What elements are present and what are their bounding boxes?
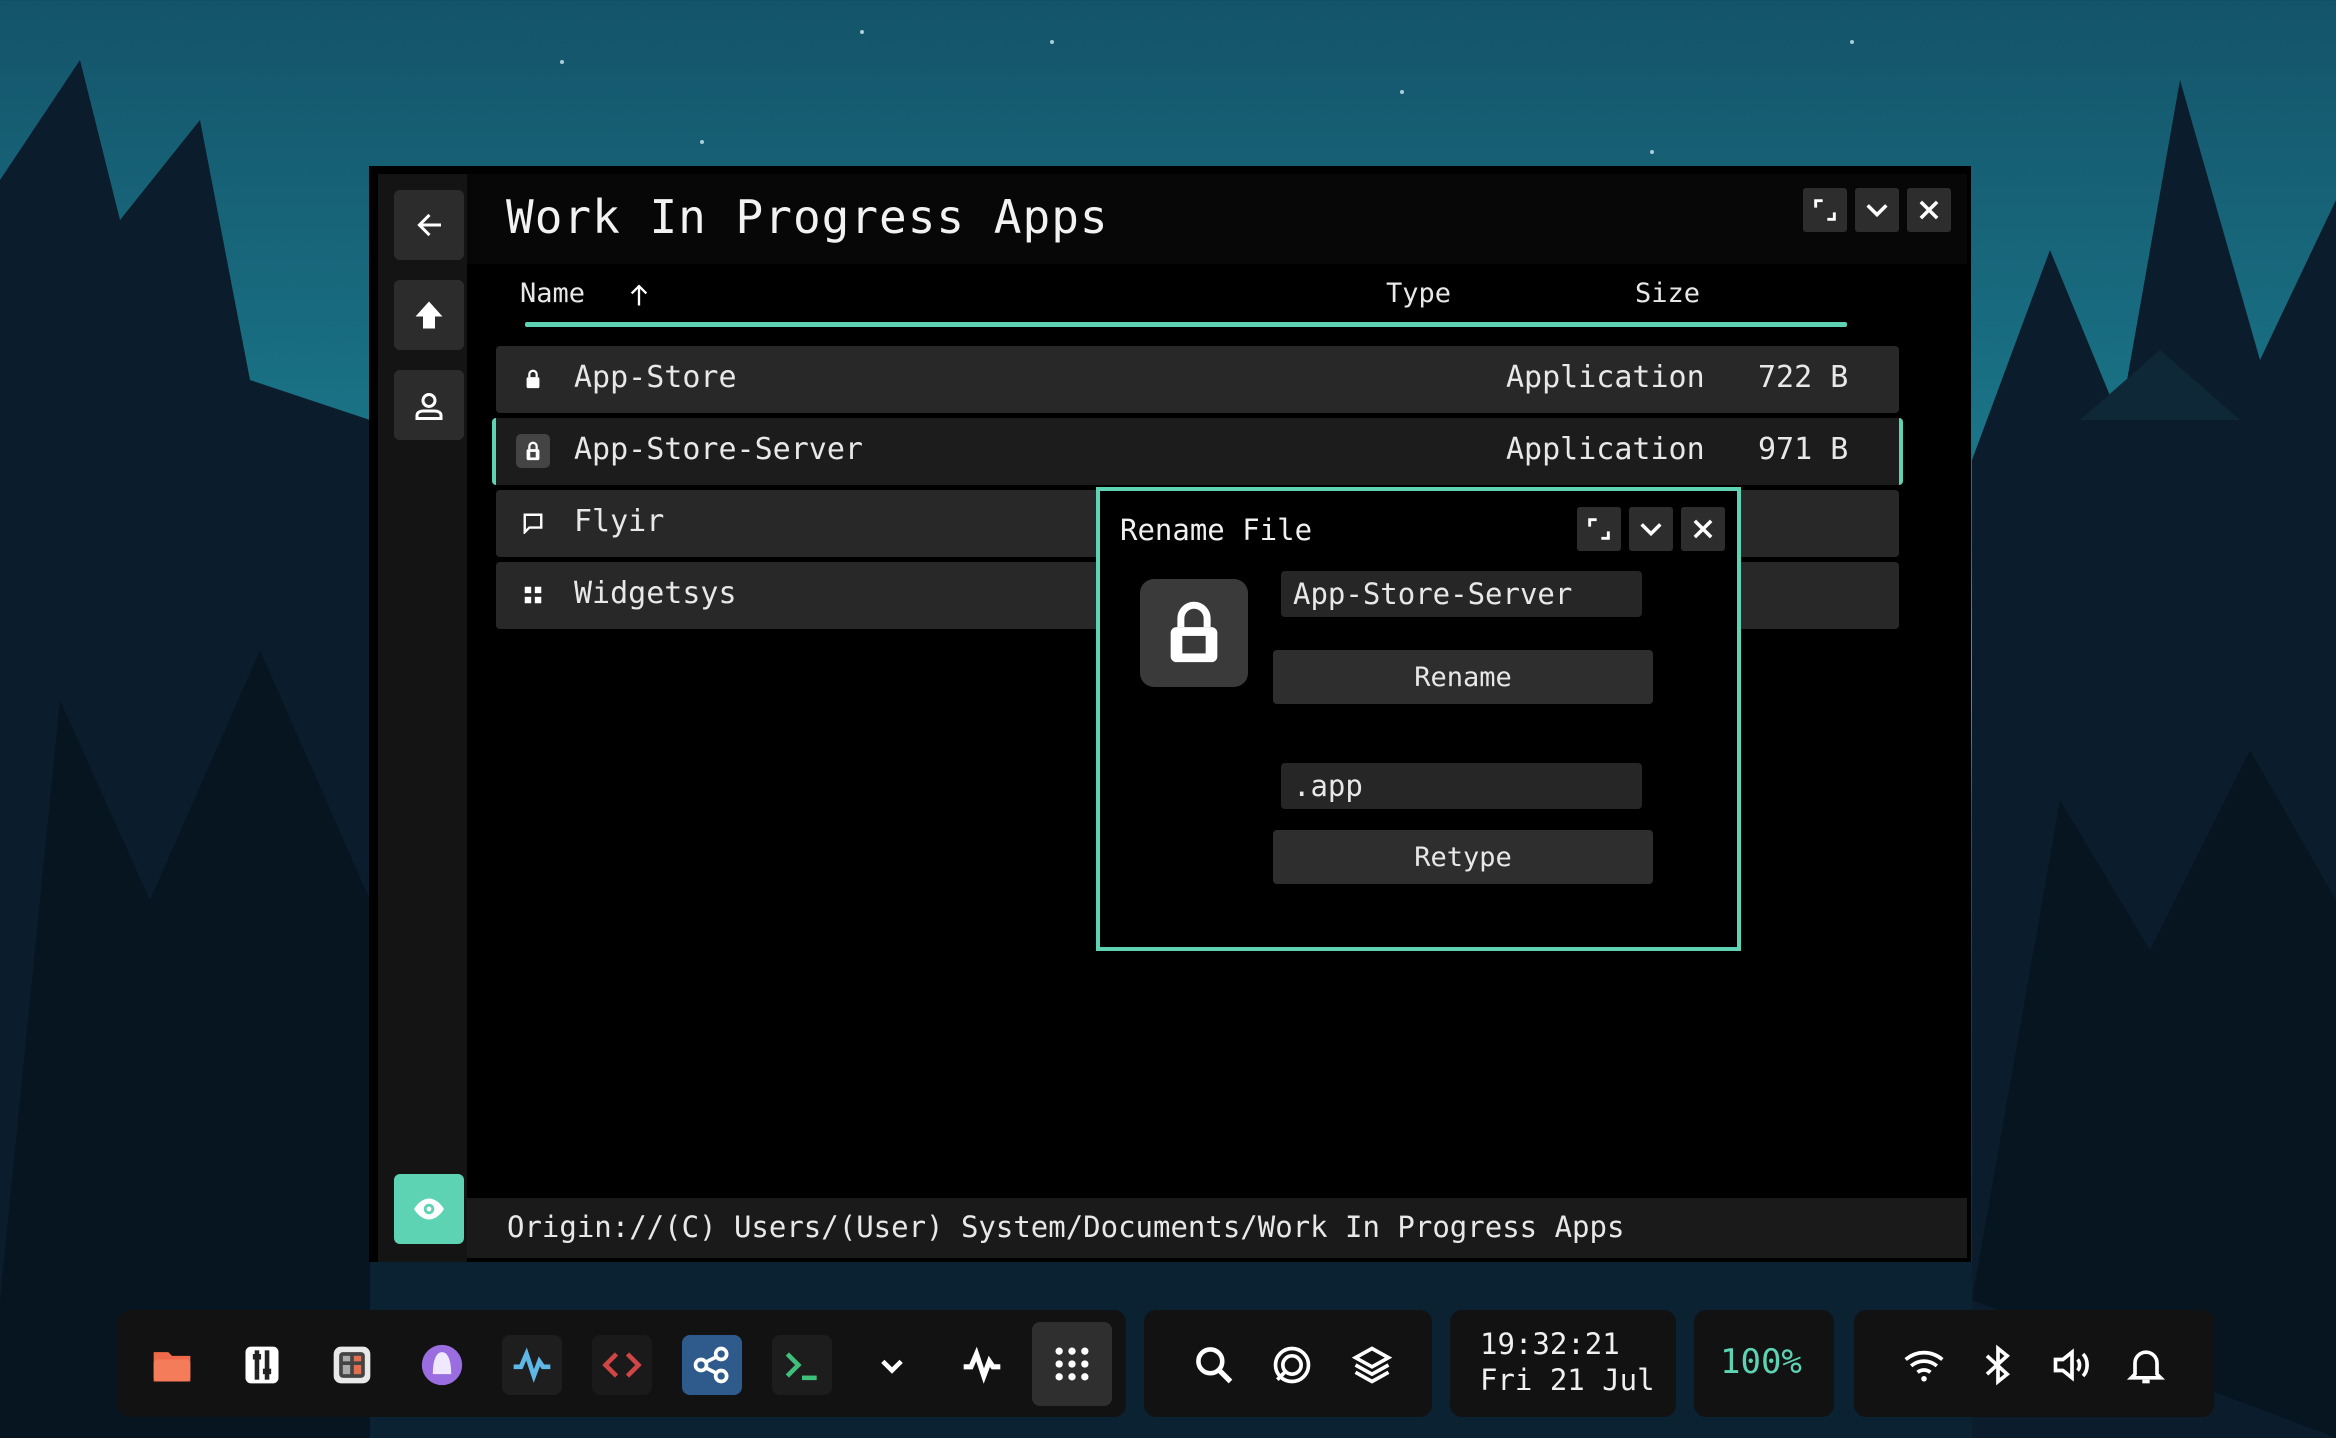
file-lock-icon — [1140, 579, 1248, 687]
file-size: 971 B — [1758, 432, 1849, 467]
chevron-down-icon — [1866, 204, 1888, 218]
extension-input[interactable]: .app — [1281, 763, 1642, 809]
spiral-icon — [1273, 1346, 1311, 1384]
rename-file-dialog: Rename File App-Store-Server Rename .app… — [1096, 487, 1741, 951]
retype-button[interactable]: Retype — [1273, 830, 1653, 884]
status-bar: Origin://(C) Users/(User) System/Documen… — [467, 1198, 1967, 1258]
activity-monitor-app[interactable] — [502, 1335, 562, 1395]
user-button[interactable] — [394, 370, 464, 440]
code-editor-app[interactable] — [592, 1335, 652, 1395]
maximize-button[interactable] — [1803, 188, 1847, 232]
dialog-title: Rename File — [1120, 513, 1313, 547]
header-divider — [525, 322, 1847, 327]
folder-icon — [153, 1352, 191, 1382]
up-button[interactable] — [394, 280, 464, 350]
system-tray — [1854, 1310, 2214, 1417]
settings-app[interactable] — [232, 1335, 292, 1395]
app-dock — [118, 1310, 1126, 1417]
back-button[interactable] — [394, 190, 464, 260]
dialog-minimize-button[interactable] — [1629, 507, 1673, 551]
layers-button[interactable] — [1342, 1335, 1402, 1395]
calculator-icon — [333, 1346, 371, 1384]
chevron-down-icon — [1640, 523, 1662, 537]
lock-icon — [516, 434, 550, 468]
calculator-app[interactable] — [322, 1335, 382, 1395]
dialog-close-button[interactable] — [1681, 507, 1725, 551]
layers-icon — [1351, 1346, 1393, 1384]
arrow-left-icon — [417, 213, 441, 237]
rename-button[interactable]: Rename — [1273, 650, 1653, 704]
arrow-up-icon — [415, 301, 443, 329]
terminal-icon — [785, 1352, 817, 1381]
dialog-maximize-button[interactable] — [1577, 507, 1621, 551]
close-icon — [1693, 519, 1713, 539]
sort-ascending-icon — [631, 284, 648, 305]
file-type: Application — [1506, 432, 1705, 467]
file-row-app-store-server[interactable]: App-Store-Server Application 971 B — [492, 418, 1903, 485]
dock-expand-button[interactable] — [862, 1335, 922, 1395]
column-type-header[interactable]: Type — [1386, 278, 1451, 309]
file-name: App-Store — [574, 360, 737, 395]
app-grid-button[interactable] — [1032, 1322, 1112, 1406]
ghost-icon — [421, 1344, 463, 1386]
file-type: Application — [1506, 360, 1705, 395]
pulse-icon — [963, 1346, 1001, 1384]
battery-level: 100% — [1720, 1342, 1802, 1382]
file-name: Flyir — [574, 504, 665, 539]
file-name: Widgetsys — [574, 576, 737, 611]
bell-icon — [2126, 1350, 2166, 1384]
share-nodes-icon — [693, 1346, 729, 1384]
file-name: App-Store-Server — [574, 432, 863, 467]
message-icon — [516, 506, 550, 540]
clock-date: Fri 21 Jul — [1480, 1363, 1655, 1397]
bluetooth-button[interactable] — [1968, 1335, 2028, 1395]
file-size: 722 B — [1758, 360, 1849, 395]
column-size-header[interactable]: Size — [1635, 278, 1700, 309]
search-button[interactable] — [1184, 1335, 1244, 1395]
volume-icon — [2053, 1348, 2089, 1382]
column-name-label: Name — [520, 278, 586, 309]
pulse-icon — [513, 1347, 551, 1383]
assistant-button[interactable] — [1262, 1335, 1322, 1395]
grid-icon — [516, 578, 550, 612]
file-row-app-store[interactable]: App-Store Application 722 B — [496, 346, 1899, 413]
grid-dots-icon — [1055, 1347, 1089, 1381]
column-name-header[interactable]: Name — [520, 278, 653, 309]
user-icon — [415, 393, 443, 420]
dialog-controls — [1577, 507, 1725, 551]
close-button[interactable] — [1907, 188, 1951, 232]
clock-time: 19:32:21 — [1480, 1327, 1620, 1361]
lock-icon — [516, 362, 550, 396]
wifi-button[interactable] — [1894, 1335, 1954, 1395]
expand-icon — [1588, 518, 1610, 540]
terminal-app[interactable] — [772, 1335, 832, 1395]
sliders-icon — [245, 1346, 279, 1384]
tools-dock — [1144, 1310, 1432, 1417]
filename-input[interactable]: App-Store-Server — [1281, 571, 1642, 617]
share-app[interactable] — [682, 1335, 742, 1395]
close-icon — [1919, 200, 1939, 220]
search-icon — [1196, 1347, 1233, 1384]
clock-widget[interactable]: 19:32:21 Fri 21 Jul — [1450, 1310, 1676, 1417]
volume-button[interactable] — [2042, 1335, 2102, 1395]
path-display: Origin://(C) Users/(User) System/Documen… — [507, 1210, 1625, 1244]
window-controls — [1803, 188, 1951, 232]
app-launcher-purple[interactable] — [412, 1335, 472, 1395]
wifi-icon — [1904, 1350, 1944, 1382]
visibility-toggle[interactable] — [394, 1174, 464, 1244]
window-title: Work In Progress Apps — [506, 190, 1109, 244]
chevron-down-icon — [881, 1359, 903, 1374]
notifications-button[interactable] — [2116, 1335, 2176, 1395]
code-icon — [602, 1352, 642, 1378]
files-app[interactable] — [142, 1335, 202, 1395]
eye-icon — [414, 1198, 444, 1220]
system-monitor-button[interactable] — [952, 1335, 1012, 1395]
expand-icon — [1814, 199, 1836, 221]
bluetooth-icon — [1985, 1344, 2010, 1386]
minimize-button[interactable] — [1855, 188, 1899, 232]
sidebar — [378, 174, 467, 1262]
battery-widget[interactable]: 100% — [1694, 1310, 1834, 1417]
